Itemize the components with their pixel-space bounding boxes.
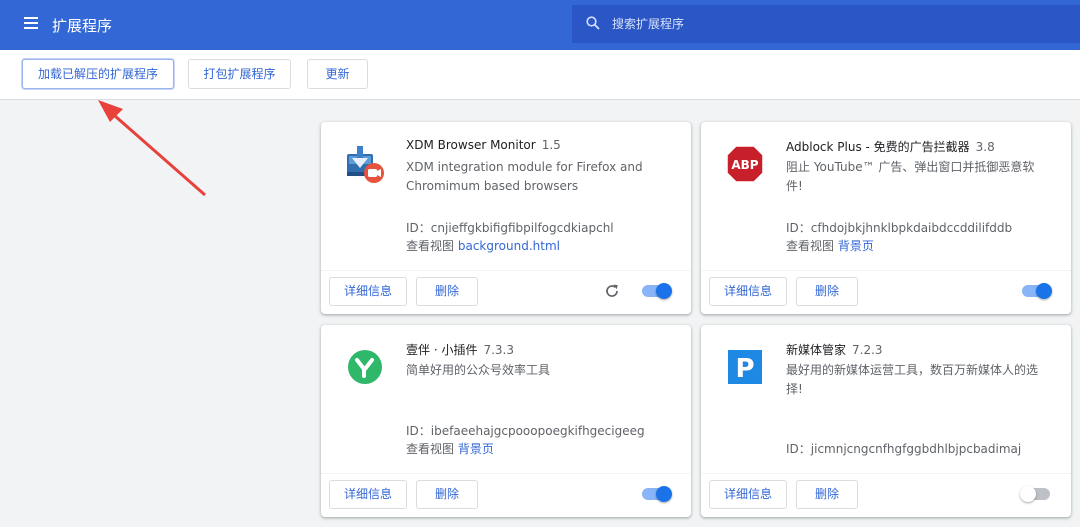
details-button[interactable]: 详细信息 bbox=[709, 480, 787, 509]
search-box[interactable] bbox=[572, 5, 1080, 43]
load-unpacked-button[interactable]: 加载已解压的扩展程序 bbox=[22, 59, 174, 89]
divider bbox=[321, 270, 691, 271]
annotation-arrow bbox=[98, 100, 206, 197]
inspect-views: 查看视图 background.html bbox=[406, 239, 560, 253]
svg-text:ABP: ABP bbox=[731, 158, 758, 172]
extension-description: 阻止 YouTube™ 广告、弹出窗口并抵御恶意软件! bbox=[786, 160, 1035, 193]
extension-description: 简单好用的公众号效率工具 bbox=[406, 363, 551, 377]
update-button[interactable]: 更新 bbox=[307, 59, 368, 89]
extension-id: ID：jicmnjcngcnfhgfggbdhlbjpcbadimaj bbox=[786, 442, 1022, 456]
reload-icon[interactable] bbox=[604, 283, 620, 299]
hamburger-menu-icon[interactable] bbox=[24, 17, 38, 29]
remove-button[interactable]: 删除 bbox=[796, 480, 858, 509]
page-title: 扩展程序 bbox=[52, 17, 113, 35]
remove-button[interactable]: 删除 bbox=[796, 277, 858, 306]
enable-toggle[interactable] bbox=[642, 283, 672, 299]
divider bbox=[701, 473, 1071, 474]
inspect-views: 查看视图 背景页 bbox=[406, 442, 494, 456]
extension-name: 新媒体管家 7.2.3 bbox=[786, 343, 883, 357]
extension-card-xdm: XDM Browser Monitor 1.5 XDM integration m… bbox=[321, 122, 691, 314]
extension-name: 壹伴 · 小插件 7.3.3 bbox=[406, 343, 514, 357]
p-icon: P bbox=[728, 350, 762, 384]
search-input[interactable] bbox=[612, 14, 1032, 34]
pack-extension-button[interactable]: 打包扩展程序 bbox=[188, 59, 291, 89]
extension-version: 7.2.3 bbox=[852, 343, 883, 357]
extension-id: ID：cnjieffgkbifigfibpilfogcdkiapchl bbox=[406, 221, 614, 235]
enable-toggle[interactable] bbox=[1020, 486, 1050, 502]
extension-id: ID：cfhdojbkjhnklbpkdaibdccddilifddb bbox=[786, 221, 1013, 235]
extension-version: 7.3.3 bbox=[483, 343, 514, 357]
search-icon bbox=[586, 16, 600, 30]
remove-button[interactable]: 删除 bbox=[416, 277, 478, 306]
extension-card-adblock-plus: ABP Adblock Plus - 免费的广告拦截器 3.8 阻止 YouTub… bbox=[701, 122, 1071, 314]
dev-toolbar: 加载已解压的扩展程序 打包扩展程序 更新 bbox=[0, 50, 1080, 100]
xdm-icon bbox=[347, 146, 384, 183]
details-button[interactable]: 详细信息 bbox=[709, 277, 787, 306]
yiban-icon bbox=[348, 350, 382, 384]
details-button[interactable]: 详细信息 bbox=[329, 277, 407, 306]
extension-card-xinmeiti: P 新媒体管家 7.2.3 最好用的新媒体运营工具，数百万新媒体人的选择! ID：… bbox=[701, 325, 1071, 517]
extension-name: XDM Browser Monitor 1.5 bbox=[406, 138, 561, 152]
inspect-view-link[interactable]: 背景页 bbox=[838, 239, 874, 253]
enable-toggle[interactable] bbox=[1022, 283, 1052, 299]
extension-id: ID：ibefaeehajgcpooopoegkifhgecigeeg bbox=[406, 424, 645, 438]
inspect-view-link[interactable]: background.html bbox=[458, 239, 560, 253]
top-bar: 扩展程序 bbox=[0, 0, 1080, 50]
inspect-view-link[interactable]: 背景页 bbox=[458, 442, 494, 456]
enable-toggle[interactable] bbox=[642, 486, 672, 502]
extension-description: XDM integration module for Firefox and C… bbox=[406, 160, 643, 193]
divider bbox=[321, 473, 691, 474]
extension-version: 1.5 bbox=[541, 138, 561, 152]
svg-text:P: P bbox=[735, 354, 754, 384]
divider bbox=[701, 270, 1071, 271]
extension-version: 3.8 bbox=[975, 140, 995, 154]
remove-button[interactable]: 删除 bbox=[416, 480, 478, 509]
extension-card-yiban: 壹伴 · 小插件 7.3.3 简单好用的公众号效率工具 ID：ibefaeehaj… bbox=[321, 325, 691, 517]
abp-icon: ABP bbox=[726, 145, 764, 183]
details-button[interactable]: 详细信息 bbox=[329, 480, 407, 509]
extension-name: Adblock Plus - 免费的广告拦截器 3.8 bbox=[786, 140, 995, 154]
extension-description: 最好用的新媒体运营工具，数百万新媒体人的选择! bbox=[786, 363, 1039, 396]
inspect-views: 查看视图 背景页 bbox=[786, 239, 874, 253]
